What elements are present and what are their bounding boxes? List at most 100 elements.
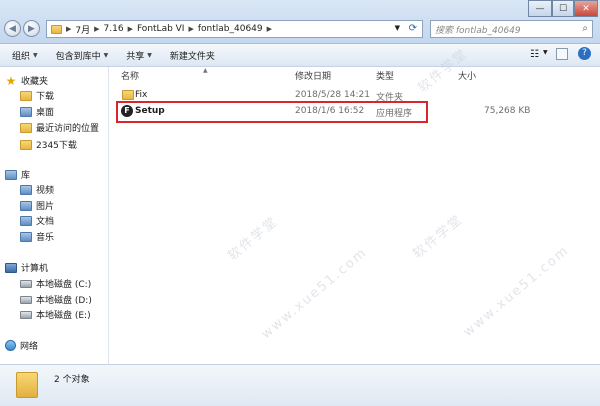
preview-pane-icon[interactable] <box>556 48 568 60</box>
chevron-down-icon: ▼ <box>33 51 38 59</box>
nav-item-label: 图片 <box>36 202 55 212</box>
nav-item-label: 本地磁盘 (C:) <box>36 280 92 290</box>
column-header-name[interactable]: 名称 <box>121 67 139 83</box>
nav-item-videos[interactable]: 视频 <box>20 183 54 196</box>
nav-favorites[interactable]: ★ 收藏夹 <box>5 73 49 88</box>
column-header-type[interactable]: 类型 <box>376 67 394 83</box>
organize-label: 组织 <box>12 51 31 62</box>
chevron-down-icon[interactable]: ▼ <box>543 49 548 56</box>
folder-icon <box>51 24 62 34</box>
back-icon[interactable]: ◀ <box>4 20 21 37</box>
picture-icon <box>20 200 32 211</box>
nav-item-label: 本地磁盘 (E:) <box>36 311 91 321</box>
nav-item-drive-d[interactable]: 本地磁盘 (D:) <box>20 293 92 306</box>
nav-item-2345-downloads[interactable]: 2345下载 <box>20 138 77 151</box>
nav-item-music[interactable]: 音乐 <box>20 230 54 243</box>
chevron-down-icon: ▼ <box>103 51 109 59</box>
address-bar[interactable]: ▶ 7月 ▶ 7.16 ▶ FontLab VI ▶ fontlab_40649… <box>46 20 423 38</box>
nav-libraries-label: 库 <box>21 171 31 181</box>
music-icon <box>20 231 32 242</box>
nav-computer-label: 计算机 <box>21 264 49 274</box>
breadcrumb-item[interactable]: FontLab VI <box>137 24 185 34</box>
share-button[interactable]: 共享 ▼ <box>126 49 152 62</box>
nav-item-label: 下载 <box>36 92 55 102</box>
file-name: Fix <box>135 90 148 100</box>
computer-icon <box>5 262 17 273</box>
breadcrumb-separator-icon: ▶ <box>127 25 133 33</box>
organize-button[interactable]: 组织 ▼ <box>12 49 38 62</box>
toolbar: 组织 ▼ 包含到库中 ▼ 共享 ▼ 新建文件夹 ☷ ▼ ? <box>0 44 600 67</box>
disk-icon <box>20 279 32 288</box>
new-folder-button[interactable]: 新建文件夹 <box>170 49 215 62</box>
file-size: 75,268 KB <box>484 106 531 116</box>
folder-icon <box>20 139 32 150</box>
nav-item-drive-e[interactable]: 本地磁盘 (E:) <box>20 308 91 321</box>
include-in-library-label: 包含到库中 <box>55 51 101 62</box>
watermark-url: www.xue51.com <box>258 244 371 343</box>
breadcrumb-item[interactable]: 7月 <box>75 23 90 36</box>
status-bar: 2 个对象 <box>0 364 600 406</box>
column-header-size[interactable]: 大小 <box>458 67 476 83</box>
navigation-pane: ★ 收藏夹 下载 桌面 最近访问的位置 2345下载 库 视频 图片 文档 音乐 … <box>0 67 109 364</box>
nav-item-label: 2345下载 <box>36 141 77 151</box>
include-in-library-button[interactable]: 包含到库中 ▼ <box>56 49 109 62</box>
nav-item-label: 本地磁盘 (D:) <box>36 296 92 306</box>
sort-ascending-icon: ▲ <box>203 67 208 74</box>
breadcrumb-item[interactable]: fontlab_40649 <box>198 24 263 34</box>
search-placeholder: 搜索 fontlab_40649 <box>435 25 521 36</box>
recent-places-icon <box>20 122 32 133</box>
nav-item-desktop[interactable]: 桌面 <box>20 105 54 118</box>
disk-icon <box>20 310 32 319</box>
share-label: 共享 <box>126 51 145 62</box>
forward-icon[interactable]: ▶ <box>23 20 40 37</box>
view-options-icon[interactable]: ☷ <box>530 49 539 60</box>
nav-item-drive-c[interactable]: 本地磁盘 (C:) <box>20 277 91 290</box>
file-modified: 2018/5/28 14:21 <box>295 90 370 100</box>
folder-icon <box>20 90 32 101</box>
refresh-icon[interactable]: ⟳ <box>409 23 417 34</box>
nav-network[interactable]: 网络 <box>5 339 38 352</box>
breadcrumb-separator-icon: ▶ <box>94 25 100 33</box>
search-icon[interactable]: ⌕ <box>582 23 588 34</box>
nav-item-recent-places[interactable]: 最近访问的位置 <box>20 121 99 134</box>
nav-item-label: 音乐 <box>36 233 55 243</box>
nav-item-label: 文档 <box>36 217 55 227</box>
minimize-button[interactable]: — <box>528 0 552 17</box>
new-folder-label: 新建文件夹 <box>169 51 215 62</box>
desktop-icon <box>20 106 32 117</box>
breadcrumb-separator-icon: ▶ <box>66 25 72 33</box>
column-header-modified[interactable]: 修改日期 <box>295 67 331 83</box>
document-icon <box>20 215 32 226</box>
maximize-button[interactable]: ☐ <box>552 0 574 17</box>
watermark-cn: 软件学堂 <box>410 211 467 263</box>
nav-item-label: 视频 <box>36 186 55 196</box>
address-dropdown-icon[interactable]: ▼ <box>395 24 400 32</box>
highlight-box <box>116 101 428 123</box>
nav-computer[interactable]: 计算机 <box>5 261 48 274</box>
search-input[interactable]: 搜索 fontlab_40649 ⌕ <box>430 20 593 38</box>
folder-icon <box>16 372 38 398</box>
network-icon <box>5 340 16 351</box>
nav-item-label: 桌面 <box>36 108 55 118</box>
close-button[interactable]: ✕ <box>574 0 598 17</box>
watermark-url: www.xue51.com <box>460 242 573 341</box>
nav-item-documents[interactable]: 文档 <box>20 214 54 227</box>
nav-libraries[interactable]: 库 <box>5 168 30 181</box>
title-bar: ◀ ▶ ▶ 7月 ▶ 7.16 ▶ FontLab VI ▶ fontlab_4… <box>0 0 600 44</box>
watermark-cn: 软件学堂 <box>225 213 282 265</box>
folder-icon <box>122 90 134 100</box>
nav-favorites-label: 收藏夹 <box>21 77 49 87</box>
breadcrumb-separator-icon: ▶ <box>188 25 194 33</box>
nav-network-label: 网络 <box>20 342 39 352</box>
star-icon: ★ <box>5 73 17 88</box>
breadcrumb-separator-icon: ▶ <box>266 25 273 33</box>
nav-item-label: 最近访问的位置 <box>36 124 100 134</box>
chevron-down-icon: ▼ <box>147 51 152 59</box>
disk-icon <box>20 295 32 304</box>
nav-item-downloads[interactable]: 下载 <box>20 89 54 102</box>
item-count: 2 个对象 <box>54 375 90 385</box>
nav-item-pictures[interactable]: 图片 <box>20 199 54 212</box>
help-icon[interactable]: ? <box>578 47 591 60</box>
breadcrumb-item[interactable]: 7.16 <box>104 24 124 34</box>
video-icon <box>20 184 32 195</box>
